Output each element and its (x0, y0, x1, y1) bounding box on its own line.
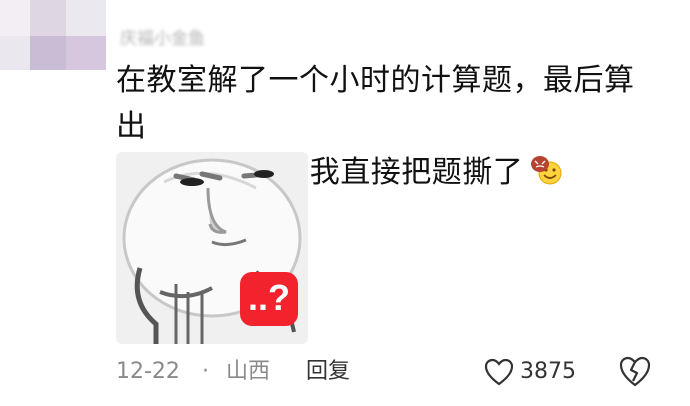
comment-location: 山西 (226, 359, 271, 384)
avatar[interactable] (0, 0, 118, 70)
like-button[interactable]: 3875 (484, 354, 576, 390)
dislike-button[interactable] (618, 356, 652, 400)
comment-footer: 12-22 · 山西 回复 3875 (116, 354, 676, 390)
meme-badge: ..? (240, 272, 298, 326)
broken-heart-icon (619, 356, 651, 387)
angry-smile-emoji (529, 154, 563, 186)
comment-date: 12-22 (116, 359, 180, 384)
like-count: 3875 (520, 359, 576, 384)
meta-separator: · (202, 359, 209, 384)
username[interactable]: 庆福小金鱼 (120, 24, 270, 49)
meme-image[interactable]: ..? (116, 152, 308, 344)
heart-outline-icon (484, 358, 514, 386)
reply-button[interactable]: 回复 (306, 354, 350, 390)
comment-line-1: 在教室解了一个小时的计算题，最后算出 (116, 63, 635, 144)
